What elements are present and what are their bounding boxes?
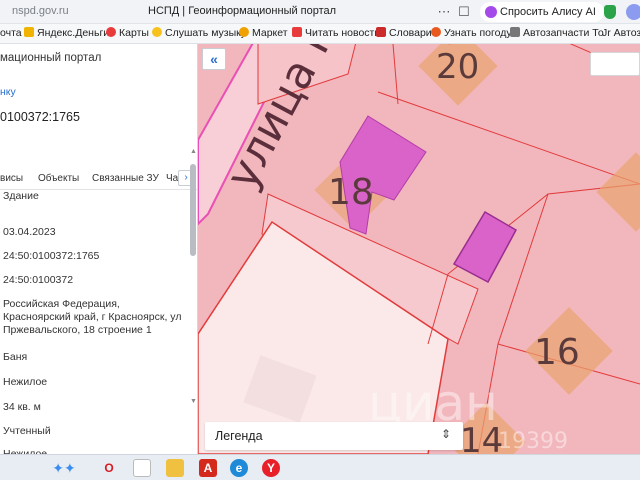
map-pin-icon [106, 27, 116, 37]
file-icon[interactable] [133, 459, 151, 477]
sparkle-icon[interactable]: ✦✦ [46, 459, 82, 477]
yandex-browser-icon[interactable]: Y [262, 459, 280, 477]
bookmark-yandex-money[interactable]: Яндекс.Деньги [24, 27, 109, 39]
bookmark-weather[interactable]: Узнать погоду [431, 27, 512, 39]
dictionary-icon [376, 27, 386, 37]
legend-dropdown[interactable]: Легенда ⇕ [205, 422, 463, 450]
bookmark-market[interactable]: Маркет [239, 27, 288, 39]
tab-linked-parcels[interactable]: Связанные ЗУ [92, 173, 159, 184]
portal-title: мационный портал [0, 52, 102, 64]
taskbar: ✦✦ O A e Y [0, 454, 640, 480]
bookmark-music[interactable]: Слушать музыку [152, 27, 246, 39]
tab-title[interactable]: НСПД | Геоинформационный портал [148, 5, 336, 17]
map-search-input[interactable] [590, 52, 640, 76]
weather-icon [431, 27, 441, 37]
bookmarks-bar: очта Яндекс.Деньги Карты Слушать музыку … [0, 24, 640, 44]
wallet-icon [24, 27, 34, 37]
cadastral-map: улица П 20 18 16 14 циан 19399 [198, 44, 640, 454]
tab-objects[interactable]: Объекты [38, 173, 79, 184]
house-number-16: 16 [534, 332, 580, 373]
bookmark-icon[interactable]: ☐ [456, 4, 472, 20]
object-info-panel: мационный портал нку 0100372:1765 висы О… [0, 44, 198, 454]
back-link[interactable]: нку [0, 86, 16, 98]
panel-scrollbar-thumb[interactable] [190, 164, 196, 256]
object-type: Здание [3, 190, 39, 202]
info-tabs: висы Объекты Связанные ЗУ Ча › [0, 168, 197, 190]
market-icon [239, 27, 249, 37]
extension-icon[interactable] [626, 4, 640, 20]
tab-parts[interactable]: Ча [166, 173, 178, 184]
address-bar-url[interactable]: nspd.gov.ru [12, 5, 69, 17]
building-name: Баня [3, 351, 28, 363]
bookmark-autoparts[interactable]: Автозапчасти То [510, 27, 604, 39]
legend-chevron-icon: ⇕ [441, 427, 452, 441]
bookmark-mail[interactable]: очта [0, 27, 22, 39]
map-view[interactable]: улица П 20 18 16 14 циан 19399 [198, 44, 640, 454]
watermark-number: 19399 [498, 429, 568, 454]
alice-label: Спросить Алису AI [500, 6, 596, 18]
house-number-20: 20 [436, 47, 479, 87]
bookmark-dictionaries[interactable]: Словари [376, 27, 432, 39]
collapse-panel-button[interactable]: « [202, 48, 226, 70]
more-icon[interactable]: ⋯ [436, 4, 452, 20]
tab-services[interactable]: висы [0, 173, 23, 184]
shield-icon[interactable] [604, 5, 616, 19]
scroll-down-icon[interactable]: ▼ [190, 398, 197, 406]
news-icon [292, 27, 302, 37]
status: Учтенный [3, 425, 51, 437]
attribute-list: Здание 03.04.2023 24:50:0100372:1765 24:… [0, 190, 190, 454]
house-number-18: 18 [328, 172, 374, 213]
browser-toolbar: nspd.gov.ru НСПД | Геоинформационный пор… [0, 0, 640, 24]
opera-icon[interactable]: O [100, 459, 118, 477]
document-icon [510, 27, 520, 37]
bookmark-maps[interactable]: Карты [106, 27, 149, 39]
address: Российская Федерация, Красноярский край,… [3, 298, 182, 336]
pdf-icon[interactable]: A [199, 459, 217, 477]
alice-button[interactable]: Спросить Алису AI [480, 2, 604, 22]
bookmark-autoparts-2[interactable]: Jr Автоза [602, 27, 640, 39]
edge-icon[interactable]: e [230, 459, 248, 477]
bookmark-news[interactable]: Читать новости [292, 27, 380, 39]
area: 34 кв. м [3, 401, 41, 413]
cadastral-number-value: 24:50:0100372:1765 [3, 250, 100, 262]
alice-icon [485, 6, 497, 18]
scroll-up-icon[interactable]: ▲ [190, 148, 197, 156]
legend-label: Легенда [215, 429, 263, 443]
registration-date: 03.04.2023 [3, 226, 56, 238]
building-purpose: Нежилое [3, 376, 48, 388]
cadastral-quarter: 24:50:0100372 [3, 274, 74, 286]
explorer-icon[interactable] [166, 459, 184, 477]
music-icon [152, 27, 162, 37]
cadastral-number: 0100372:1765 [0, 110, 80, 124]
